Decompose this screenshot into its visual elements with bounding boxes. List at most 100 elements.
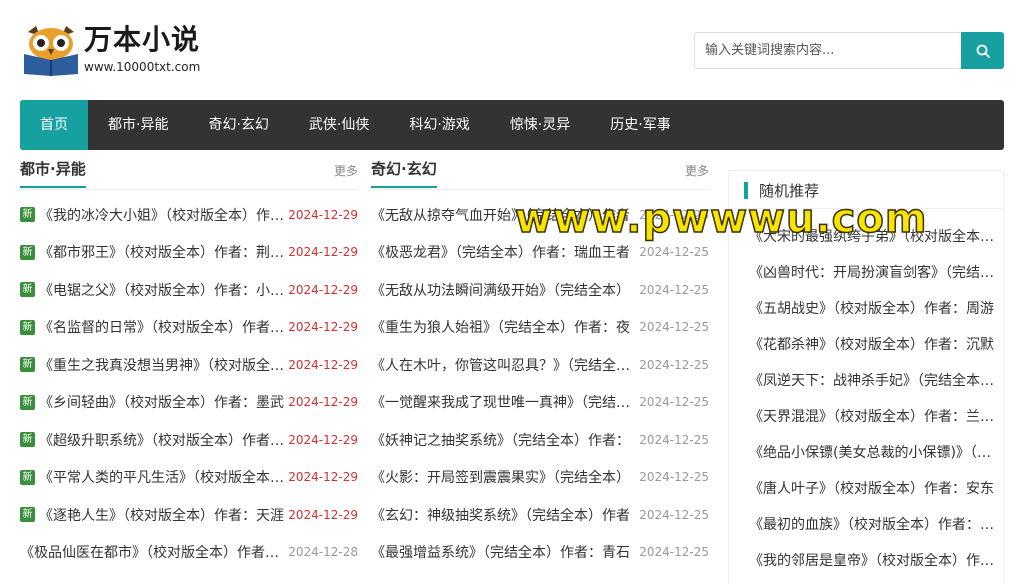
search-input[interactable] [694, 32, 962, 69]
book-title-link[interactable]: 《无敌从掠夺气血开始》（完结全本）作者 [371, 205, 635, 225]
recommend-item[interactable]: 《最初的血族》（校对版全本）作者：小鱼 [749, 507, 997, 543]
new-badge: 新 [20, 244, 35, 260]
owl-book-icon [24, 26, 78, 76]
column-title: 都市·异能 [20, 158, 86, 188]
update-date: 2024-12-29 [288, 245, 358, 260]
update-date: 2024-12-25 [639, 320, 709, 335]
new-badge: 新 [20, 507, 35, 523]
nav-urban[interactable]: 都市·异能 [88, 100, 188, 150]
list-item[interactable]: 新《电锯之父》（校对版全本）作者：小刀锋利 2024-12-29 [20, 271, 358, 309]
update-date: 2024-12-28 [288, 545, 358, 560]
book-title-link[interactable]: 《极恶龙君》（完结全本）作者：瑞血王者 [371, 242, 635, 262]
recommend-item[interactable]: 《凶兽时代：开局扮演盲剑客》（完结全本） [749, 255, 997, 291]
new-badge: 新 [20, 207, 35, 223]
book-title-link[interactable]: 《超级升职系统》（校对版全本）作者：红薯 [39, 430, 284, 450]
book-title-link[interactable]: 《一觉醒来我成了现世唯一真神》（完结全本） [371, 392, 635, 412]
recommend-item[interactable]: 《五胡战史》（校对版全本）作者：周游 [749, 291, 997, 327]
nav-horror[interactable]: 惊悚·灵异 [490, 100, 590, 150]
new-badge: 新 [20, 357, 35, 373]
update-date: 2024-12-25 [639, 245, 709, 260]
list-item[interactable]: 新《平常人类的平凡生活》（校对版全本）作者 2024-12-29 [20, 459, 358, 497]
list-item[interactable]: 《无敌从功法瞬间满级开始》（完结全本） 2024-12-25 [371, 271, 709, 309]
nav-scifi[interactable]: 科幻·游戏 [389, 100, 489, 150]
book-title-link[interactable]: 《玄幻：神级抽奖系统》（完结全本）作者 [371, 505, 635, 525]
book-title-link[interactable]: 《电锯之父》（校对版全本）作者：小刀锋利 [39, 280, 284, 300]
update-date: 2024-12-29 [288, 395, 358, 410]
book-list: 《无敌从掠夺气血开始》（完结全本）作者 2024-12-25 《极恶龙君》（完结全本… [371, 196, 709, 571]
recommend-item[interactable]: 《天界混混》（校对版全本）作者：兰帝魅晨 [749, 399, 997, 435]
list-item[interactable]: 《妖神记之抽奖系统》（完结全本）作者： 2024-12-25 [371, 421, 709, 459]
recommend-item[interactable]: 《我的邻居是皇帝》（校对版全本）作者： [749, 543, 997, 579]
new-badge: 新 [20, 282, 35, 298]
update-date: 2024-12-25 [639, 507, 709, 522]
book-title-link[interactable]: 《火影：开局签到震震果实》（完结全本） [371, 467, 635, 487]
more-link[interactable]: 更多 [685, 162, 709, 179]
logo-url: www.10000txt.com [84, 60, 201, 74]
book-title-link[interactable]: 《人在木叶，你管这叫忍具？》（完结全本） [371, 355, 635, 375]
search-box [694, 32, 1004, 69]
book-title-link[interactable]: 《重生之我真没想当男神》（校对版全本） [39, 355, 284, 375]
list-item[interactable]: 《人在木叶，你管这叫忍具？》（完结全本） 2024-12-25 [371, 346, 709, 384]
book-title-link[interactable]: 《妖神记之抽奖系统》（完结全本）作者： [371, 430, 635, 450]
recommend-item[interactable]: 《唐人叶子》（校对版全本）作者：安东 [749, 471, 997, 507]
nav-history[interactable]: 历史·军事 [590, 100, 690, 150]
main-nav: 首页 都市·异能 奇幻·玄幻 武侠·仙侠 科幻·游戏 惊悚·灵异 历史·军事 [20, 100, 1004, 150]
list-item[interactable]: 新《重生之我真没想当男神》（校对版全本） 2024-12-29 [20, 346, 358, 384]
nav-fantasy[interactable]: 奇幻·玄幻 [188, 100, 288, 150]
book-title-link[interactable]: 《都市邪王》（校对版全本）作者：荆柯守 [39, 242, 284, 262]
update-date: 2024-12-29 [288, 282, 358, 297]
book-title-link[interactable]: 《无敌从功法瞬间满级开始》（完结全本） [371, 280, 635, 300]
panel-title: 随机推荐 [759, 182, 820, 200]
list-item[interactable]: 《无敌从掠夺气血开始》（完结全本）作者 2024-12-25 [371, 196, 709, 234]
book-title-link[interactable]: 《逐艳人生》（校对版全本）作者：天涯 [39, 505, 284, 525]
update-date: 2024-12-29 [288, 207, 358, 222]
recommend-item[interactable]: 《花都杀神》（校对版全本）作者：沉默 [749, 327, 997, 363]
more-link[interactable]: 更多 [334, 162, 358, 179]
list-item[interactable]: 新《乡间轻曲》（校对版全本）作者：墨武 2024-12-29 [20, 384, 358, 422]
book-title-link[interactable]: 《乡间轻曲》（校对版全本）作者：墨武 [39, 392, 284, 412]
list-item[interactable]: 《火影：开局签到震震果实》（完结全本） 2024-12-25 [371, 459, 709, 497]
random-recommend-panel: 随机推荐 《大宋的最强纨绔子弟》（校对版全本）作者 《凶兽时代：开局扮演盲剑客》（… [728, 170, 1004, 584]
list-item[interactable]: 《最强增益系统》（完结全本）作者：青石 2024-12-25 [371, 534, 709, 572]
update-date: 2024-12-25 [639, 282, 709, 297]
update-date: 2024-12-25 [639, 395, 709, 410]
update-date: 2024-12-29 [288, 470, 358, 485]
list-item[interactable]: 新《逐艳人生》（校对版全本）作者：天涯 2024-12-29 [20, 496, 358, 534]
update-date: 2024-12-29 [288, 320, 358, 335]
column-header: 奇幻·玄幻 更多 [371, 150, 709, 190]
book-list: 新《我的冰冷大小姐》（校对版全本）作者：阿拉伯2024-12-29新《都市邪王》… [20, 196, 358, 571]
book-title-link[interactable]: 《平常人类的平凡生活》（校对版全本）作者 [39, 467, 284, 487]
list-item[interactable]: 《一觉醒来我成了现世唯一真神》（完结全本） 2024-12-25 [371, 384, 709, 422]
book-title-link[interactable]: 《重生为狼人始祖》（完结全本）作者：夜 [371, 317, 635, 337]
book-title-link[interactable]: 《极品仙医在都市》（校对版全本）作者：江湖 [20, 542, 284, 562]
list-item[interactable]: 新《都市邪王》（校对版全本）作者：荆柯守 2024-12-29 [20, 234, 358, 272]
new-badge: 新 [20, 469, 35, 485]
site-logo[interactable]: 万本小说 www.10000txt.com [20, 20, 220, 80]
list-item[interactable]: 《极恶龙君》（完结全本）作者：瑞血王者 2024-12-25 [371, 234, 709, 272]
list-item[interactable]: 新《我的冰冷大小姐》（校对版全本）作者：阿拉伯 2024-12-29 [20, 196, 358, 234]
new-badge: 新 [20, 319, 35, 335]
book-title-link[interactable]: 《名监督的日常》（校对版全本）作者：鸡蛋 [39, 317, 284, 337]
search-button[interactable] [961, 32, 1004, 69]
list-item[interactable]: 《极品仙医在都市》（校对版全本）作者：江湖 2024-12-28 [20, 534, 358, 572]
search-icon [976, 44, 990, 58]
list-item[interactable]: 新《名监督的日常》（校对版全本）作者：鸡蛋 2024-12-29 [20, 309, 358, 347]
recommend-item[interactable]: 《凤逆天下：战神杀手妃》（完结全本）作者 [749, 363, 997, 399]
nav-home[interactable]: 首页 [20, 100, 88, 150]
list-item[interactable]: 新《超级升职系统》（校对版全本）作者：红薯 2024-12-29 [20, 421, 358, 459]
update-date: 2024-12-25 [639, 432, 709, 447]
column-header: 都市·异能 更多 [20, 150, 358, 190]
column-title: 奇幻·玄幻 [371, 158, 437, 188]
recommend-item[interactable]: 《绝品小保镖(美女总裁的小保镖)》（校对版） [749, 435, 997, 471]
update-date: 2024-12-25 [639, 357, 709, 372]
nav-wuxia[interactable]: 武侠·仙侠 [289, 100, 389, 150]
accent-bar [744, 182, 748, 199]
update-date: 2024-12-25 [639, 470, 709, 485]
panel-header: 随机推荐 [729, 171, 1003, 209]
update-date: 2024-12-25 [639, 545, 709, 560]
list-item[interactable]: 《重生为狼人始祖》（完结全本）作者：夜 2024-12-25 [371, 309, 709, 347]
list-item[interactable]: 《玄幻：神级抽奖系统》（完结全本）作者 2024-12-25 [371, 496, 709, 534]
recommend-item[interactable]: 《大宋的最强纨绔子弟》（校对版全本）作者 [749, 219, 997, 255]
book-title-link[interactable]: 《我的冰冷大小姐》（校对版全本）作者：阿拉伯 [39, 205, 284, 225]
book-title-link[interactable]: 《最强增益系统》（完结全本）作者：青石 [371, 542, 635, 562]
